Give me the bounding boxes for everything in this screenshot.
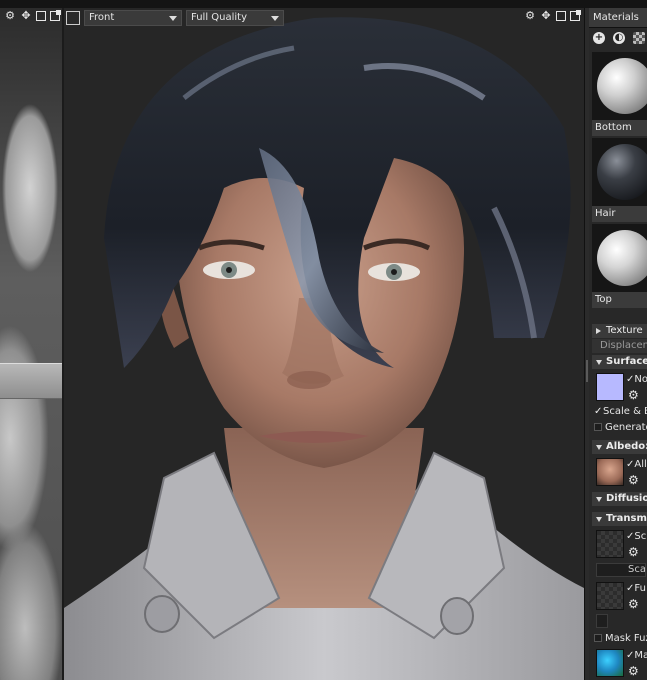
mask-label: Ma [634, 650, 647, 661]
normal-map-checkbox[interactable]: ✓No [626, 374, 647, 385]
check-icon: ✓ [594, 406, 603, 417]
gear-icon[interactable]: ⚙ [524, 10, 536, 22]
camera-dropdown-value: Front [89, 12, 115, 23]
maximize-icon[interactable] [36, 11, 46, 21]
section-label: Surface: [606, 356, 647, 367]
fuzz-slider[interactable] [596, 614, 608, 628]
mask-checkbox[interactable]: ✓Ma [626, 650, 647, 661]
expand-icon [596, 328, 601, 334]
collapse-icon [596, 360, 602, 365]
collapse-icon [596, 445, 602, 450]
albedo-checkbox[interactable]: ✓All [626, 459, 647, 470]
quality-dropdown-value: Full Quality [191, 12, 248, 23]
section-label: Transmiss [606, 513, 647, 524]
section-surface[interactable]: Surface: [592, 355, 647, 369]
section-texture[interactable]: Texture [592, 324, 647, 338]
material-thumbnail [592, 224, 647, 292]
materials-toolbar: + ◐ [593, 32, 645, 44]
main-viewport-toolbar: Front Full Quality [66, 10, 284, 26]
generate-checkbox-row[interactable]: Generate 2 [594, 421, 647, 435]
maximize-icon[interactable] [556, 11, 566, 21]
section-displacement[interactable]: Displacem [592, 339, 647, 353]
materials-panel: Materials + ◐ Bottom Hair Top Texture Di… [589, 8, 647, 680]
collapse-icon [596, 497, 602, 502]
gear-icon[interactable]: ⚙ [628, 545, 639, 559]
left-viewport[interactable] [0, 8, 62, 680]
section-albedo[interactable]: Albedo: [592, 440, 647, 454]
normal-map-swatch[interactable] [596, 373, 624, 401]
material-item-hair[interactable]: Hair [592, 138, 647, 222]
gear-icon[interactable]: ⚙ [4, 10, 16, 22]
fuzz-label: Fu [634, 583, 646, 594]
gear-icon[interactable]: ⚙ [628, 473, 639, 487]
move-icon[interactable]: ✥ [20, 10, 32, 22]
scatter-field[interactable]: Scat [596, 563, 646, 577]
generate-label: Generate 2 [605, 422, 647, 433]
material-label: Hair [592, 206, 647, 222]
camera-icon[interactable] [66, 11, 80, 25]
scale-label: Scale & B [603, 406, 647, 417]
scatter-checkbox[interactable]: ✓Sc [626, 531, 646, 542]
gear-icon[interactable]: ⚙ [628, 388, 639, 402]
tab-materials[interactable]: Materials [589, 8, 647, 28]
fuzz-swatch[interactable] [596, 582, 624, 610]
left-viewport-toolbar: ⚙ ✥ [4, 10, 61, 22]
albedo-label: All [634, 459, 647, 470]
material-label: Top [592, 292, 647, 308]
mask-fuzz-label: Mask Fuzz [605, 633, 647, 644]
checker-icon[interactable] [633, 32, 645, 44]
quality-dropdown[interactable]: Full Quality [186, 10, 284, 26]
section-label: Displacem [600, 340, 647, 351]
main-viewport-controls: ⚙ ✥ [524, 10, 581, 22]
gear-icon[interactable]: ⚙ [628, 597, 639, 611]
checkbox[interactable] [594, 634, 602, 642]
camera-dropdown[interactable]: Front [84, 10, 182, 26]
gear-icon[interactable]: ⚙ [628, 664, 639, 678]
material-item-top[interactable]: Top [592, 224, 647, 308]
chevron-down-icon [169, 16, 177, 21]
material-ball [597, 144, 647, 200]
section-transmission[interactable]: Transmiss [592, 512, 647, 526]
scatter-field-label: Scat [628, 564, 646, 575]
scatter-swatch[interactable] [596, 530, 624, 558]
material-thumbnail [592, 138, 647, 206]
jacket-render [0, 8, 62, 680]
section-label: Albedo: [606, 441, 647, 452]
mask-fuzz-checkbox-row[interactable]: Mask Fuzz [594, 632, 647, 646]
scatter-label: Sc [634, 531, 647, 542]
collapse-icon [596, 517, 602, 522]
material-thumbnail [592, 52, 647, 120]
mask-swatch[interactable] [596, 649, 624, 677]
top-strip [0, 0, 647, 8]
material-ball [597, 230, 647, 286]
albedo-swatch[interactable] [596, 458, 624, 486]
material-ball [597, 58, 647, 114]
scale-checkbox-row[interactable]: ✓Scale & B [594, 405, 647, 419]
add-material-icon[interactable]: + [593, 32, 605, 44]
jacket-strap [0, 363, 62, 399]
duplicate-material-icon[interactable]: ◐ [613, 32, 625, 44]
section-diffusion[interactable]: Diffusion: [592, 492, 647, 506]
move-icon[interactable]: ✥ [540, 10, 552, 22]
material-label: Bottom [592, 120, 647, 136]
chevron-down-icon [271, 16, 279, 21]
material-item-bottom[interactable]: Bottom [592, 52, 647, 136]
character-render [64, 8, 584, 680]
checkbox[interactable] [594, 423, 602, 431]
section-label: Diffusion: [606, 493, 647, 504]
popout-icon[interactable] [50, 10, 61, 21]
popout-icon[interactable] [570, 10, 581, 21]
section-label: Texture [606, 325, 643, 336]
splitter-grip[interactable] [586, 360, 588, 382]
main-viewport[interactable] [64, 8, 584, 680]
normal-map-label: No [634, 374, 647, 385]
fuzz-checkbox[interactable]: ✓Fu [626, 583, 646, 594]
